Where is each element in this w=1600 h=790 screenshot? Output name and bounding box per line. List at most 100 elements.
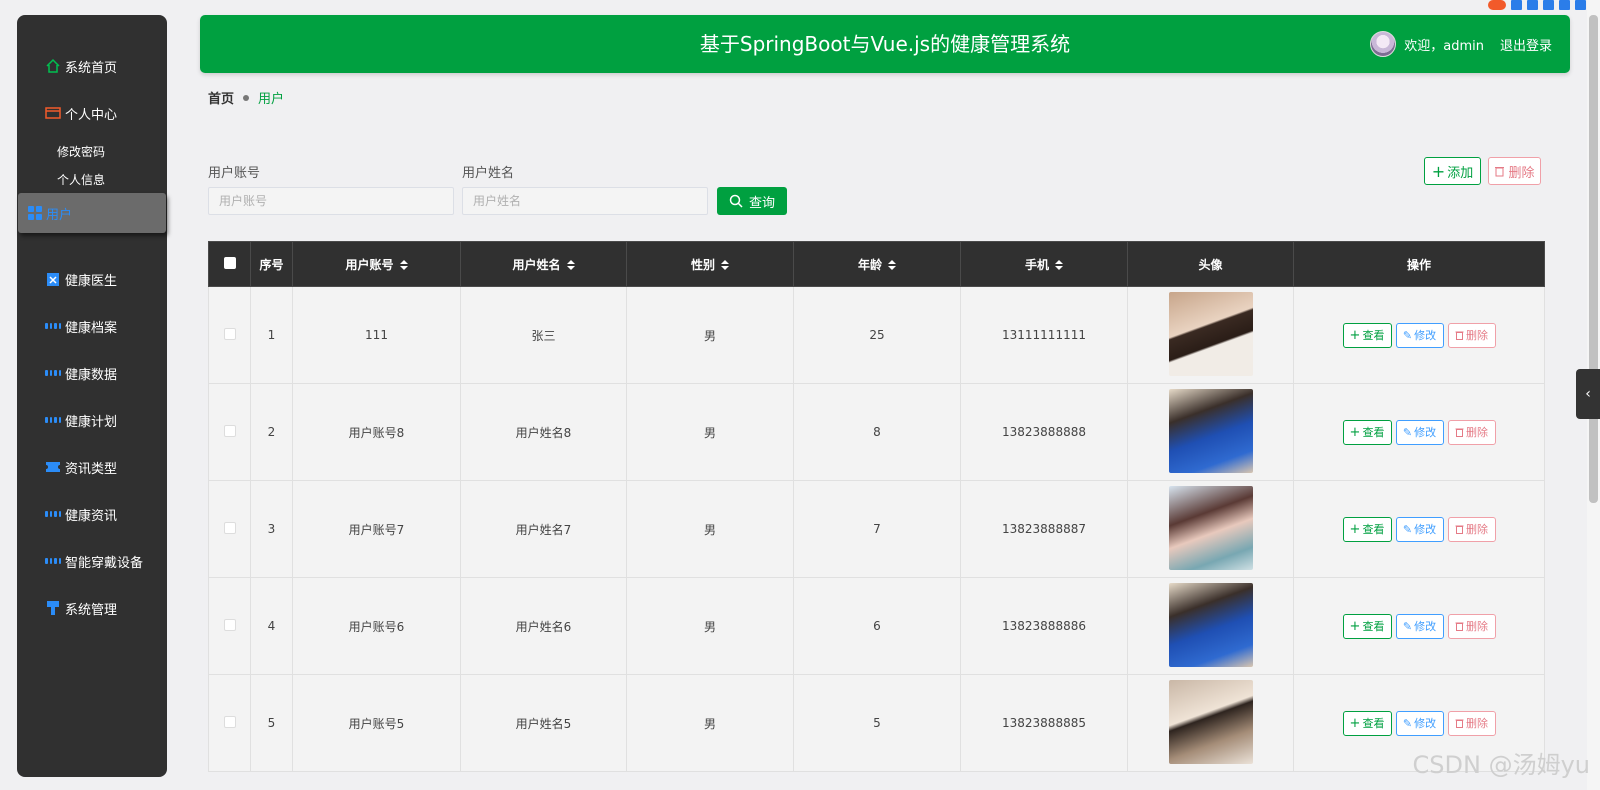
- row-select-cell[interactable]: [208, 286, 251, 384]
- account-search-input[interactable]: [208, 187, 454, 215]
- sort-icon[interactable]: [721, 260, 729, 270]
- user-photo[interactable]: [1168, 485, 1253, 570]
- user-photo[interactable]: [1168, 388, 1253, 473]
- pencil-icon: ✎: [1402, 619, 1413, 633]
- batch-delete-button[interactable]: 删除: [1488, 157, 1541, 185]
- submenu-personal-info[interactable]: 个人信息: [57, 171, 105, 188]
- select-all-checkbox[interactable]: [223, 256, 236, 269]
- trash-icon: [1455, 428, 1464, 437]
- edit-button[interactable]: ✎ 修改: [1395, 613, 1444, 639]
- avatar[interactable]: [1370, 31, 1397, 57]
- user-photo[interactable]: [1168, 582, 1253, 667]
- view-button[interactable]: + 查看: [1342, 322, 1392, 348]
- sidebar-item-health-doctor[interactable]: 健康医生: [17, 259, 167, 299]
- row-checkbox[interactable]: [223, 424, 236, 437]
- sidebar-item-home[interactable]: 系统首页: [17, 46, 167, 86]
- row-checkbox[interactable]: [223, 618, 236, 631]
- table-row: 4 用户账号6 用户姓名6 男 6 13823888886 + 查看 ✎ 修改 删除: [208, 577, 1545, 675]
- column-header-account[interactable]: 用户账号: [292, 241, 461, 287]
- query-button[interactable]: 查询: [717, 187, 787, 215]
- row-checkbox[interactable]: [223, 327, 236, 340]
- column-header-age[interactable]: 年龄: [793, 241, 961, 287]
- submenu-change-password[interactable]: 修改密码: [57, 143, 105, 160]
- cell-name: 用户姓名7: [460, 480, 627, 578]
- row-select-cell[interactable]: [208, 674, 251, 772]
- row-select-cell[interactable]: [208, 480, 251, 578]
- user-photo[interactable]: [1168, 291, 1253, 376]
- column-header-name[interactable]: 用户姓名: [460, 241, 627, 287]
- breadcrumb: 首页 用户: [208, 88, 284, 107]
- sidebar-item-news-type[interactable]: 资讯类型: [17, 447, 167, 487]
- scrollbar-thumb[interactable]: [1589, 15, 1598, 503]
- row-select-cell[interactable]: [208, 383, 251, 481]
- add-button[interactable]: + 添加: [1424, 157, 1481, 185]
- sort-icon[interactable]: [888, 260, 896, 270]
- sidebar-item-health-news[interactable]: 健康资讯: [17, 494, 167, 534]
- cell-name: 张三: [460, 286, 627, 384]
- delete-label: 删除: [1508, 165, 1535, 181]
- sidebar-item-health-archive[interactable]: 健康档案: [17, 306, 167, 346]
- edit-label: 修改: [1414, 426, 1437, 439]
- sort-icon[interactable]: [566, 260, 575, 270]
- view-button[interactable]: + 查看: [1342, 613, 1392, 639]
- cell-account: 用户账号7: [292, 480, 461, 578]
- sidebar-item-users-active[interactable]: 用户: [18, 193, 166, 233]
- id-card-icon: [45, 105, 61, 121]
- user-photo[interactable]: [1168, 679, 1253, 764]
- cell-avatar: [1127, 480, 1294, 578]
- sidebar-item-health-data[interactable]: 健康数据: [17, 353, 167, 393]
- watermark: CSDN @汤姆yu: [1412, 751, 1590, 779]
- delete-button[interactable]: 删除: [1447, 710, 1496, 736]
- view-button[interactable]: + 查看: [1342, 710, 1392, 736]
- breadcrumb-separator: [243, 94, 250, 101]
- sort-icon[interactable]: [1055, 260, 1063, 270]
- view-button[interactable]: + 查看: [1342, 419, 1392, 445]
- pencil-icon: ✎: [1402, 425, 1413, 439]
- sidebar-item-personal-center[interactable]: 个人中心: [17, 93, 167, 133]
- edit-button[interactable]: ✎ 修改: [1395, 322, 1444, 348]
- cell-account: 用户账号6: [292, 577, 461, 675]
- cell-account: 用户账号8: [292, 383, 461, 481]
- plus-icon: +: [1349, 618, 1361, 634]
- system-tray: [1488, 0, 1586, 10]
- sidebar-item-wearable-device[interactable]: 智能穿戴设备: [17, 541, 167, 581]
- view-button[interactable]: + 查看: [1342, 516, 1392, 542]
- column-header-label: 性别: [690, 257, 715, 272]
- column-header-label: 用户姓名: [512, 257, 561, 272]
- edit-button[interactable]: ✎ 修改: [1395, 710, 1444, 736]
- select-all-cell[interactable]: [208, 241, 251, 287]
- column-header-gender[interactable]: 性别: [626, 241, 794, 287]
- delete-button[interactable]: 删除: [1447, 322, 1496, 348]
- sidebar-item-health-plan[interactable]: 健康计划: [17, 400, 167, 440]
- plus-icon: +: [1349, 521, 1361, 537]
- edit-button[interactable]: ✎ 修改: [1395, 419, 1444, 445]
- plus-icon: +: [1349, 424, 1361, 440]
- row-checkbox[interactable]: [223, 715, 236, 728]
- edit-button[interactable]: ✎ 修改: [1395, 516, 1444, 542]
- delete-button[interactable]: 删除: [1447, 419, 1496, 445]
- grid-icon: [28, 206, 42, 220]
- column-header-label: 用户账号: [345, 257, 394, 272]
- cell-gender: 男: [626, 480, 794, 578]
- sidebar-item-label: 健康计划: [65, 414, 118, 430]
- trash-icon: [1495, 167, 1505, 177]
- column-header-label: 年龄: [857, 257, 882, 272]
- name-search-input[interactable]: [462, 187, 708, 215]
- trash-icon: [1455, 622, 1464, 631]
- column-header-phone[interactable]: 手机: [960, 241, 1128, 287]
- row-select-cell[interactable]: [208, 577, 251, 675]
- cell-account: 用户账号5: [292, 674, 461, 772]
- delete-button[interactable]: 删除: [1447, 613, 1496, 639]
- app-title: 基于SpringBoot与Vue.js的健康管理系统: [699, 32, 1071, 56]
- delete-button[interactable]: 删除: [1447, 516, 1496, 542]
- account-label: 用户账号: [208, 166, 261, 181]
- sidebar-item-system-management[interactable]: 系统管理: [17, 588, 167, 628]
- logout-link[interactable]: 退出登录: [1500, 35, 1552, 54]
- plus-icon: +: [1349, 327, 1361, 343]
- view-label: 查看: [1362, 523, 1385, 536]
- breadcrumb-home[interactable]: 首页: [208, 88, 234, 107]
- grid-icon: [45, 412, 61, 428]
- row-checkbox[interactable]: [223, 521, 236, 534]
- sort-icon[interactable]: [399, 260, 408, 270]
- collapse-toggle-button[interactable]: ‹: [1576, 369, 1600, 419]
